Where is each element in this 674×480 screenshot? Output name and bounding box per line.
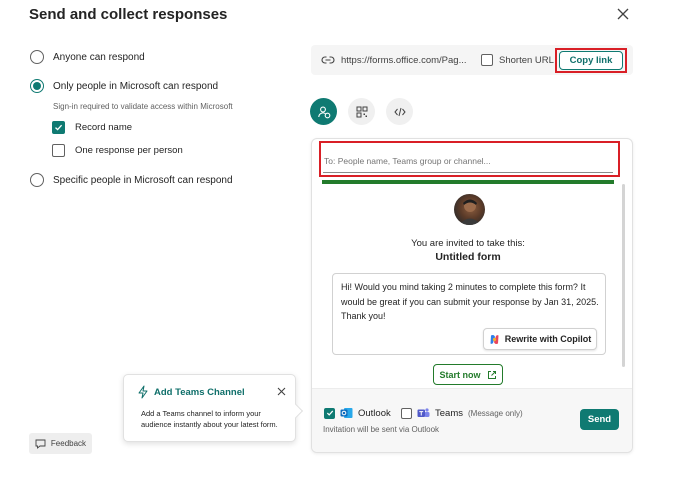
option-anyone[interactable]: Anyone can respond — [30, 50, 145, 64]
email-preview-banner — [322, 180, 614, 184]
teams-label: Teams — [435, 407, 463, 419]
send-via-note: Invitation will be sent via Outlook — [323, 425, 440, 434]
radio-org-only[interactable] — [30, 79, 44, 93]
record-name-checkbox[interactable] — [52, 121, 65, 134]
one-response-label: One response per person — [75, 145, 183, 156]
outlook-icon — [340, 408, 353, 418]
shorten-url-option[interactable]: Shorten URL — [481, 54, 554, 66]
option-anyone-label: Anyone can respond — [53, 51, 145, 63]
one-response-option[interactable]: One response per person — [52, 144, 183, 157]
feedback-button[interactable]: Feedback — [29, 433, 92, 454]
send-via-outlook[interactable]: Outlook — [324, 407, 391, 419]
outlook-checkbox[interactable] — [324, 407, 335, 419]
teams-icon — [417, 408, 430, 417]
embed-code-icon — [393, 107, 406, 116]
tip-body: Add a Teams channel to inform your audie… — [141, 409, 278, 429]
invited-text: You are invited to take this: — [411, 238, 525, 249]
invitation-message[interactable]: Hi! Would you mind taking 2 minutes to c… — [341, 280, 603, 324]
one-response-checkbox[interactable] — [52, 144, 65, 157]
option-org-only[interactable]: Only people in Microsoft can respond — [30, 79, 218, 93]
start-now-button[interactable]: Start now — [433, 364, 503, 385]
rewrite-with-copilot-button[interactable]: Rewrite with Copilot — [483, 328, 597, 350]
tab-qr-code[interactable] — [348, 98, 375, 125]
invite-people-icon — [317, 106, 330, 118]
copy-link-button[interactable]: Copy link — [559, 51, 623, 70]
option-specific-people[interactable]: Specific people in Microsoft can respond — [30, 173, 233, 187]
teams-checkbox[interactable] — [401, 407, 412, 419]
shorten-url-checkbox[interactable] — [481, 54, 493, 66]
teams-message-only-note: (Message only) — [467, 408, 523, 418]
feedback-label: Feedback — [50, 439, 87, 448]
form-url[interactable]: https://forms.office.com/Pag... — [341, 55, 467, 66]
send-via-teams[interactable]: Teams (Message only) — [401, 407, 523, 419]
record-name-label: Record name — [75, 122, 133, 133]
signin-note: Sign-in required to validate access with… — [53, 102, 233, 111]
feedback-icon — [35, 439, 46, 449]
checkmark-icon — [326, 410, 333, 416]
send-button[interactable]: Send — [580, 409, 619, 430]
copilot-icon — [490, 334, 499, 344]
start-now-label: Start now — [439, 369, 481, 380]
option-org-only-label: Only people in Microsoft can respond — [53, 80, 219, 92]
close-icon[interactable] — [614, 5, 632, 23]
option-specific-people-label: Specific people in Microsoft can respond — [53, 174, 233, 186]
rewrite-label: Rewrite with Copilot — [504, 334, 592, 344]
recipients-highlight — [319, 141, 620, 177]
open-external-icon — [487, 370, 496, 379]
scrollbar[interactable] — [622, 184, 625, 367]
radio-anyone[interactable] — [30, 50, 44, 64]
avatar — [454, 194, 485, 225]
record-name-option[interactable]: Record name — [52, 121, 132, 134]
tab-invite[interactable] — [310, 98, 337, 125]
checkmark-icon — [55, 124, 63, 131]
form-name: Untitled form — [435, 251, 501, 263]
shorten-url-label: Shorten URL — [499, 54, 554, 66]
outlook-label: Outlook — [358, 407, 391, 419]
person-photo — [459, 199, 481, 225]
lightning-icon — [138, 385, 148, 399]
dialog-title: Send and collect responses — [29, 6, 228, 23]
qr-code-icon — [356, 106, 367, 117]
tab-embed[interactable] — [386, 98, 413, 125]
link-icon — [321, 56, 335, 64]
tip-title[interactable]: Add Teams Channel — [154, 387, 245, 398]
radio-specific-people[interactable] — [30, 173, 44, 187]
close-icon[interactable] — [276, 386, 287, 397]
